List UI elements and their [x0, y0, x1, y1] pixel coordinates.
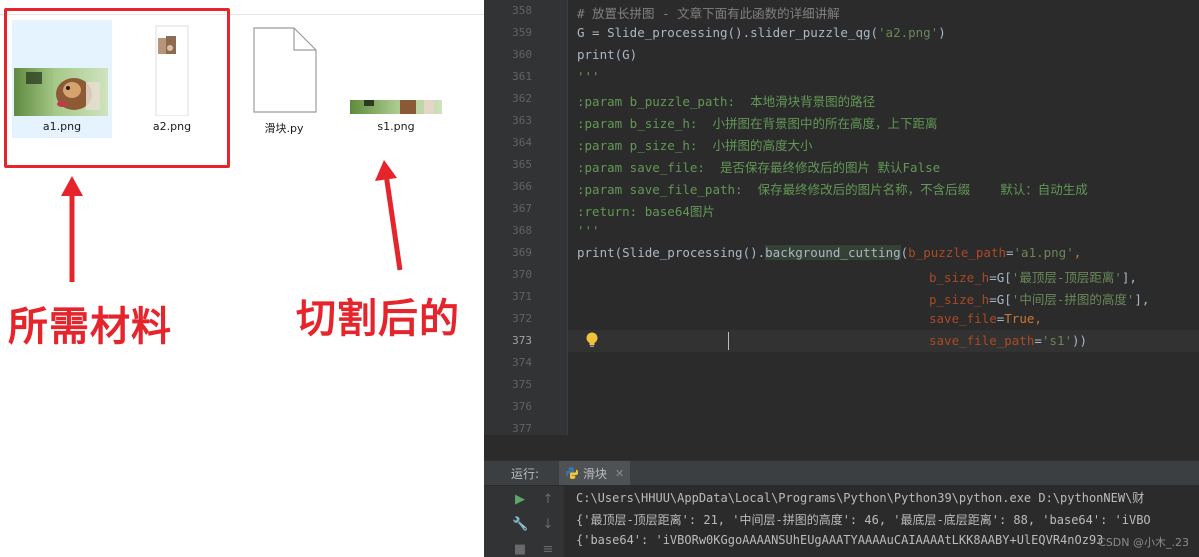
console-output-line: {'base64': 'iVBORw0KGgoAAAANSUhEUgAAATYA… [576, 533, 1104, 547]
code-line-362[interactable]: :param b_puzzle_path: 本地滑块背景图的路径 [577, 91, 875, 110]
line-number: 365 [512, 158, 532, 171]
annotation-after-cutting: 切割后的 [296, 296, 460, 342]
code-token-param: save_file [929, 311, 997, 326]
code-editor-pane: 358 359 360 361 362 363 364 365 366 367 … [484, 0, 1199, 557]
stop-icon[interactable]: ■ [512, 542, 528, 557]
code-line-364[interactable]: :param p_size_h: 小拼图的高度大小 [577, 135, 812, 154]
file-name-slider-py: 滑块.py [264, 122, 304, 135]
file-item-s1[interactable]: s1.png [346, 20, 446, 138]
code-token: G = Slide_processing().slider_puzzle_qg( [577, 25, 879, 40]
annotation-required-materials: 所需材料 [8, 304, 172, 350]
code-token-string: 'a2.png' [878, 25, 939, 40]
code-token: =G[ [989, 270, 1012, 285]
code-token-string: '最顶层-顶层距离' [1011, 270, 1122, 285]
file-name-s1: s1.png [377, 120, 415, 133]
run-tab-bar: 运行: 滑块 ✕ [484, 461, 1199, 485]
text-caret [728, 332, 729, 350]
line-number: 376 [512, 400, 532, 413]
line-number: 367 [512, 202, 532, 215]
line-number: 374 [512, 356, 532, 369]
code-line-360[interactable]: print(G) [577, 47, 637, 62]
python-icon [566, 467, 578, 479]
code-token-param: p_size_h [929, 292, 990, 307]
code-token: ], [1121, 270, 1137, 285]
line-number: 361 [512, 70, 532, 83]
code-token: )) [1072, 333, 1088, 348]
console-output-line: {'最顶层-顶层距离': 21, '中间层-拼图的高度': 46, '最底层-底… [576, 513, 1151, 527]
code-token-string: 's1' [1041, 333, 1072, 348]
code-token-punct: , [1034, 311, 1042, 326]
code-token-keyword: True [1004, 311, 1035, 326]
code-line-371[interactable]: p_size_h=G['中间层-拼图的高度'], [929, 289, 1149, 308]
line-number-current: 373 [512, 334, 532, 347]
code-token: ], [1134, 292, 1150, 307]
line-number: 368 [512, 224, 532, 237]
run-toolbar: ▶ ↑ 🔧 ↓ ■ ≡ [484, 486, 564, 557]
code-line-358[interactable]: # 放置长拼图 - 文章下面有此函数的详细讲解 [577, 3, 840, 22]
run-panel: 运行: 滑块 ✕ ▶ ↑ 🔧 ↓ ■ ≡ C:\Users\HHUU\AppDa… [484, 460, 1199, 557]
line-number: 363 [512, 114, 532, 127]
code-token-punct: , [1073, 245, 1082, 260]
line-number: 369 [512, 246, 532, 259]
code-token: = [1034, 333, 1042, 348]
code-line-359[interactable]: G = Slide_processing().slider_puzzle_qg(… [577, 25, 946, 40]
line-number: 370 [512, 268, 532, 281]
code-token-method-highlight: background_cutting [765, 245, 901, 260]
code-token-string: '中间层-拼图的高度' [1011, 292, 1135, 307]
line-number: 359 [512, 26, 532, 39]
line-number-gutter [484, 0, 568, 435]
code-line-368[interactable]: ''' [577, 223, 600, 238]
play-icon[interactable]: ▶ [512, 492, 528, 508]
code-token-string: 'a1.png' [1013, 245, 1074, 260]
run-label: 运行: [511, 467, 540, 481]
run-tab-slider[interactable]: 滑块 ✕ [559, 461, 631, 485]
code-token: ) [938, 25, 946, 40]
s1-thumbnail-icon [350, 100, 442, 114]
annotation-red-box [4, 8, 230, 168]
soft-wrap-icon[interactable]: ≡ [540, 542, 556, 557]
red-arrow-up-right-icon [375, 160, 403, 271]
arrow-down-icon[interactable]: ↓ [540, 517, 556, 533]
code-token-param: b_puzzle_path [908, 245, 1006, 260]
wrench-icon[interactable]: 🔧 [512, 517, 528, 533]
line-number: 372 [512, 312, 532, 325]
code-token-param: b_size_h [929, 270, 990, 285]
line-number: 366 [512, 180, 532, 193]
file-explorer-pane: a1.png a2.png 滑块.py s1.png 所需材料 切割后的 [0, 0, 484, 557]
code-line-370[interactable]: b_size_h=G['最顶层-顶层距离'], [929, 267, 1137, 286]
code-line-365[interactable]: :param save_file: 是否保存最终修改后的图片 默认False [577, 157, 940, 176]
code-line-363[interactable]: :param b_size_h: 小拼图在背景图中的所在高度，上下距离 [577, 113, 937, 132]
line-number: 375 [512, 378, 532, 391]
code-line-369[interactable]: print(Slide_processing().background_cutt… [577, 245, 1081, 260]
line-number: 358 [512, 4, 532, 17]
code-token: print(Slide_processing(). [577, 245, 766, 260]
line-number: 364 [512, 136, 532, 149]
code-line-366[interactable]: :param save_file_path: 保存最终修改后的图片名称，不含后缀… [577, 179, 1088, 198]
arrow-up-icon[interactable]: ↑ [540, 492, 556, 508]
code-line-372[interactable]: save_file=True, [929, 311, 1042, 326]
code-token-param: save_file_path [929, 333, 1035, 348]
lightbulb-icon[interactable] [585, 331, 599, 349]
gutter-divider [567, 0, 568, 435]
code-line-373[interactable]: save_file_path='s1')) [929, 333, 1087, 348]
red-arrow-up-left-icon [61, 176, 83, 282]
code-token: =G[ [989, 292, 1012, 307]
line-number: 377 [512, 422, 532, 435]
line-number: 360 [512, 48, 532, 61]
python-file-icon [253, 27, 317, 113]
run-tab-label: 滑块 [583, 466, 608, 481]
close-icon[interactable]: ✕ [615, 467, 624, 480]
code-line-367[interactable]: :return: base64图片 [577, 201, 715, 220]
code-token: = [1006, 245, 1014, 260]
code-line-361[interactable]: ''' [577, 69, 600, 84]
line-number: 362 [512, 92, 532, 105]
watermark: CSDN @小木_.23 [1098, 536, 1189, 549]
line-number: 371 [512, 290, 532, 303]
file-item-slider-py[interactable]: 滑块.py [234, 20, 334, 138]
console-output-line: C:\Users\HHUU\AppData\Local\Programs\Pyt… [576, 491, 1145, 505]
current-line-highlight [568, 330, 1199, 352]
